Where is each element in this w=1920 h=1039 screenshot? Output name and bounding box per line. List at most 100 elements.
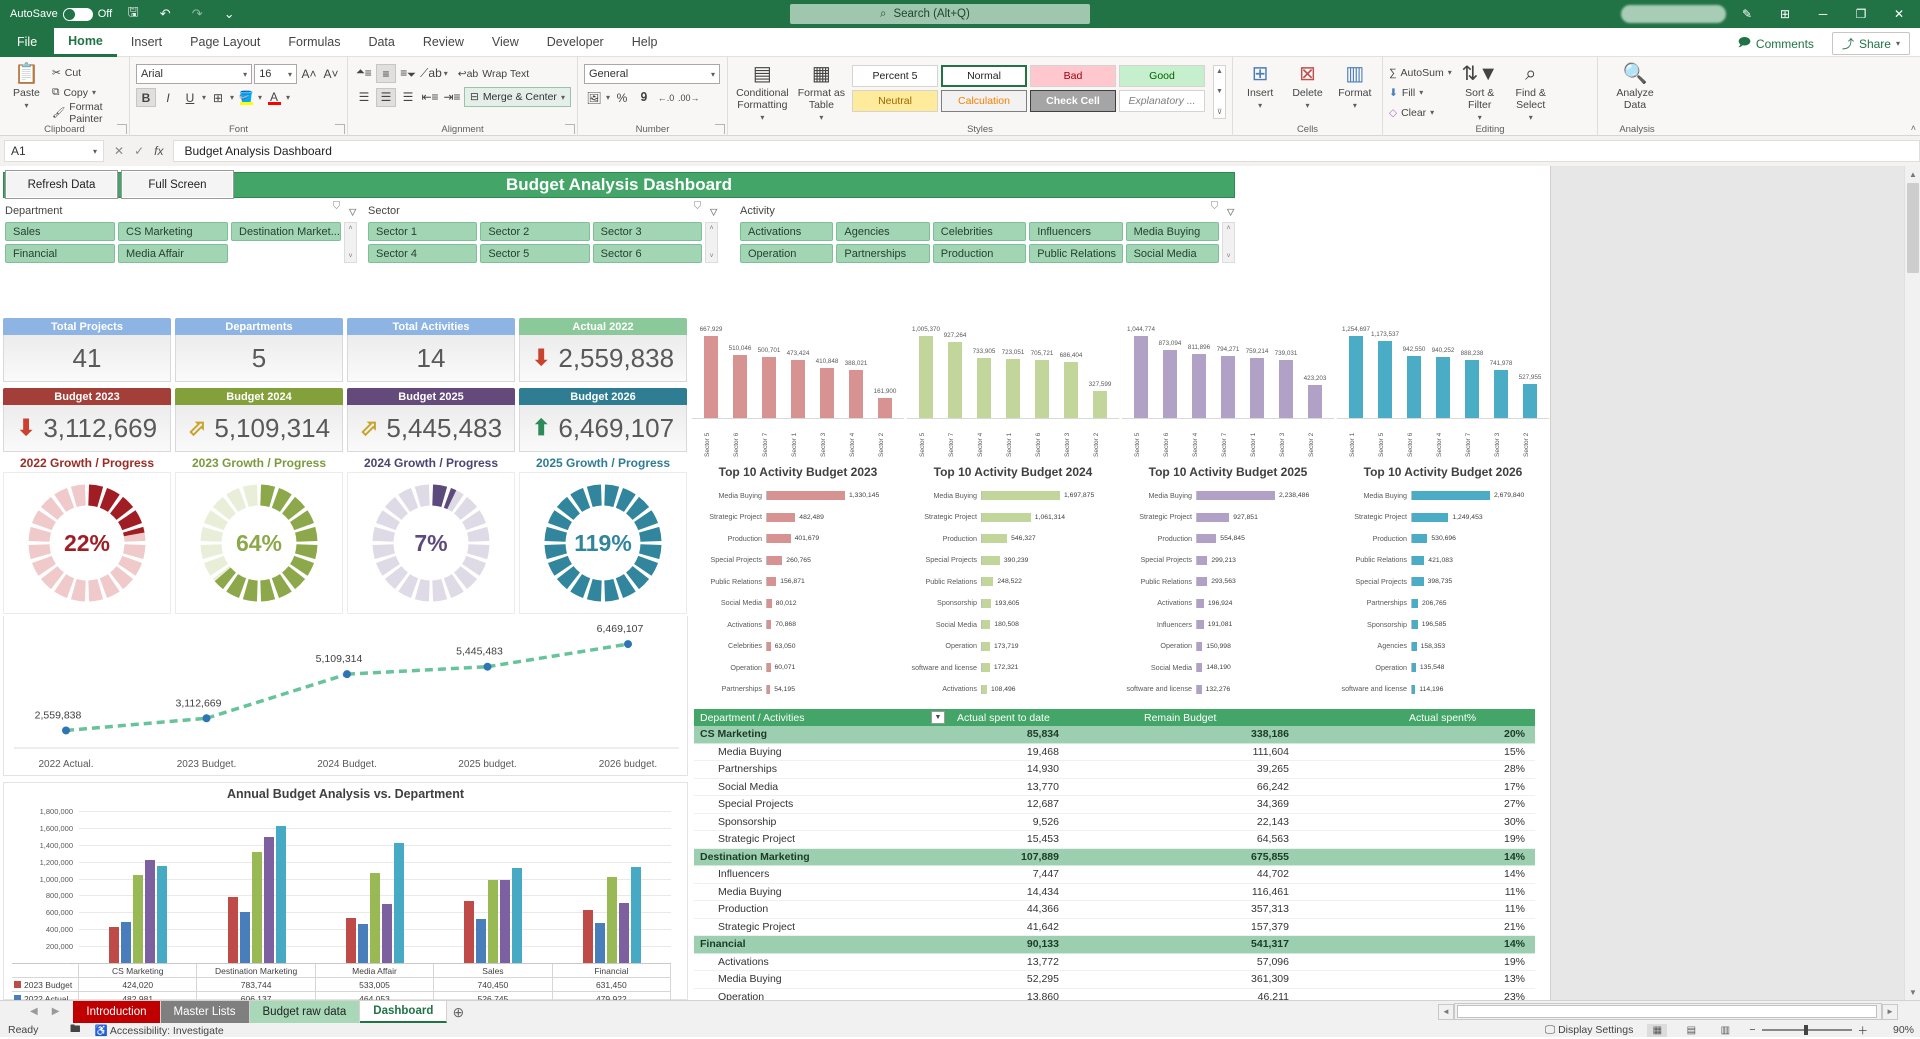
table-row-sponsorship[interactable]: Sponsorship 9,526 22,143 30%: [694, 814, 1535, 831]
page-break-view-icon[interactable]: ▥: [1715, 1024, 1735, 1037]
undo-icon[interactable]: ↶: [154, 4, 176, 24]
multiselect-icon[interactable]: ⛉: [333, 201, 341, 222]
orientation-icon[interactable]: ⟋ab: [420, 64, 442, 83]
slicer-scroll-down-icon[interactable]: ˅: [709, 253, 713, 260]
ribbon-tab-review[interactable]: Review: [409, 28, 478, 57]
confirm-entry-icon[interactable]: ✓: [134, 144, 144, 158]
accessibility-status[interactable]: ♿ Accessibility: Investigate: [95, 1024, 224, 1037]
cell-style-explanatory-[interactable]: Explanatory ...: [1119, 90, 1206, 112]
decrease-decimal-icon[interactable]: .00→: [678, 88, 700, 107]
slicer-item-operation[interactable]: Operation: [740, 244, 834, 263]
wrap-text-button[interactable]: ↩ab Wrap Text: [458, 65, 529, 82]
clear-filter-icon[interactable]: 🜄: [1226, 201, 1235, 222]
increase-decimal-icon[interactable]: ←.0: [656, 88, 676, 107]
table-row-media-buying[interactable]: Media Buying 52,295 361,309 13%: [694, 971, 1535, 989]
number-format-select[interactable]: General ▾: [584, 64, 720, 84]
slicer-item-cs-marketing[interactable]: CS Marketing: [118, 222, 228, 241]
copy-button[interactable]: ⧉ Copy ▾: [52, 84, 123, 101]
table-row-destination-marketing[interactable]: Destination Marketing 107,889 675,855 14%: [694, 848, 1535, 866]
ribbon-tab-insert[interactable]: Insert: [117, 28, 176, 57]
cancel-entry-icon[interactable]: ✕: [114, 144, 124, 158]
align-bottom-icon[interactable]: ≡🞃: [398, 64, 418, 83]
cell-style-bad[interactable]: Bad: [1030, 65, 1117, 87]
table-row-influencers[interactable]: Influencers 7,447 44,702 14%: [694, 866, 1535, 884]
comments-button[interactable]: 🗩 Comments: [1728, 30, 1824, 57]
cell-style-calculation[interactable]: Calculation: [941, 90, 1028, 112]
zoom-slider[interactable]: − ＋: [1749, 1023, 1868, 1038]
search-input[interactable]: ⌕ Search (Alt+Q): [790, 4, 1090, 24]
conditional-formatting-button[interactable]: ▤ Conditional Formatting ▾: [734, 60, 791, 122]
slicer-scroll-up-icon[interactable]: ˄: [1226, 225, 1230, 232]
slicer-scroll-down-icon[interactable]: ˅: [348, 253, 352, 260]
ribbon-tab-view[interactable]: View: [478, 28, 533, 57]
clear-filter-icon[interactable]: 🜄: [709, 201, 718, 222]
new-sheet-button[interactable]: ⊕: [447, 1001, 469, 1023]
slicer-item-public-relations[interactable]: Public Relations: [1029, 244, 1123, 263]
cell-style-percent-5[interactable]: Percent 5: [852, 65, 939, 87]
table-row-financial[interactable]: Financial 90,133 541,317 14%: [694, 936, 1535, 954]
slicer-scrollbar[interactable]: ˄ ˅: [1222, 222, 1235, 263]
table-row-cs-marketing[interactable]: CS Marketing 85,834 338,186 20%: [694, 726, 1535, 744]
autosum-button[interactable]: ∑ AutoSum ▾: [1389, 64, 1452, 81]
name-box[interactable]: A1 ▾: [4, 140, 104, 162]
table-row-operation[interactable]: Operation 13,860 46,211 23%: [694, 989, 1535, 1000]
zoom-in-icon[interactable]: ＋: [1858, 1023, 1869, 1038]
decrease-indent-icon[interactable]: ⇤≡: [420, 88, 440, 107]
slicer-item-celebrities[interactable]: Celebrities: [932, 222, 1027, 241]
formula-input[interactable]: Budget Analysis Dashboard: [173, 140, 1920, 162]
cell-style-normal[interactable]: Normal: [941, 65, 1028, 87]
cut-button[interactable]: ✂ Cut: [52, 64, 123, 81]
align-top-icon[interactable]: 🞁≡: [354, 64, 374, 83]
cell-style-neutral[interactable]: Neutral: [852, 90, 939, 112]
sheet-nav-left-icon[interactable]: ◀: [30, 1006, 38, 1017]
zoom-slider-thumb[interactable]: [1803, 1025, 1808, 1035]
page-layout-view-icon[interactable]: ▤: [1681, 1024, 1701, 1037]
clear-button[interactable]: ◇ Clear ▾: [1389, 104, 1452, 121]
ribbon-tab-home[interactable]: Home: [54, 28, 117, 57]
scroll-right-icon[interactable]: ►: [1882, 1003, 1898, 1020]
minimize-button[interactable]: ─: [1806, 1, 1840, 27]
slicer-item-destination-market-[interactable]: Destination Market...: [231, 222, 341, 241]
format-painter-button[interactable]: 🖌 Format Painter: [52, 101, 123, 125]
ribbon-tab-data[interactable]: Data: [354, 28, 408, 57]
slicer-item-sector-3[interactable]: Sector 3: [592, 222, 702, 241]
slicer-scroll-up-icon[interactable]: ˄: [709, 225, 713, 232]
table-row-activations[interactable]: Activations 13,772 57,096 19%: [694, 954, 1535, 971]
increase-font-icon[interactable]: A˄: [299, 65, 319, 84]
sheet-nav-right-icon[interactable]: ▶: [52, 1006, 60, 1017]
slicer-item-sector-5[interactable]: Sector 5: [480, 244, 590, 263]
slicer-item-sales[interactable]: Sales: [5, 222, 115, 241]
close-button[interactable]: ✕: [1882, 1, 1916, 27]
scroll-up-icon[interactable]: ▲: [1905, 166, 1920, 182]
slicer-item-activations[interactable]: Activations: [740, 222, 834, 241]
decrease-font-icon[interactable]: A˅: [321, 65, 341, 84]
share-button[interactable]: ⤴ Share ▾: [1831, 32, 1910, 55]
redo-icon[interactable]: ↷: [186, 4, 208, 24]
table-row-strategic-project[interactable]: Strategic Project 15,453 64,563 19%: [694, 831, 1535, 849]
font-name-select[interactable]: Arial ▾: [136, 64, 253, 84]
align-center-icon[interactable]: ☰: [376, 87, 396, 107]
alignment-dialog-launcher[interactable]: [565, 124, 575, 134]
ribbon-tab-page-layout[interactable]: Page Layout: [176, 28, 274, 57]
refresh-data-button[interactable]: Refresh Data: [5, 170, 118, 199]
slicer-item-financial[interactable]: Financial: [5, 244, 115, 263]
font-color-icon[interactable]: A: [264, 88, 284, 107]
align-left-icon[interactable]: ☰: [354, 88, 374, 107]
fill-color-icon[interactable]: 🪣: [236, 88, 256, 107]
bold-button[interactable]: B: [136, 88, 156, 107]
underline-button[interactable]: U: [180, 88, 200, 107]
autosave-toggle[interactable]: AutoSave Off: [10, 7, 112, 21]
table-row-strategic-project[interactable]: Strategic Project 41,642 157,379 21%: [694, 919, 1535, 936]
slicer-item-media-affair[interactable]: Media Affair: [118, 244, 228, 263]
clear-filter-icon[interactable]: 🜄: [348, 201, 357, 222]
percent-style-icon[interactable]: %: [612, 88, 632, 107]
slicer-item-sector-2[interactable]: Sector 2: [480, 222, 590, 241]
table-row-partnerships[interactable]: Partnerships 14,930 39,265 28%: [694, 761, 1535, 779]
accounting-format-icon[interactable]: 🖼: [584, 88, 604, 107]
full-screen-button[interactable]: Full Screen: [121, 170, 234, 199]
slicer-item-sector-6[interactable]: Sector 6: [592, 244, 702, 263]
table-row-special-projects[interactable]: Special Projects 12,687 34,369 27%: [694, 796, 1535, 814]
sheet-tab-budget-raw-data[interactable]: Budget raw data: [249, 1001, 361, 1023]
quick-access-customize-icon[interactable]: ⌄: [218, 4, 240, 24]
delete-cells-button[interactable]: ⊠ Delete ▾: [1286, 60, 1328, 122]
